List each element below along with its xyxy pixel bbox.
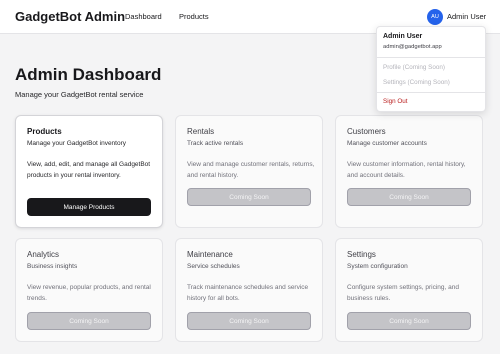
coming-soon-button: Coming Soon [347, 188, 471, 206]
card-title: Customers [347, 127, 386, 136]
dropdown-user-email: admin@gadgetbot.app [383, 44, 442, 50]
page-subtitle: Manage your GadgetBot rental service [15, 90, 144, 99]
card-description: View revenue, popular products, and rent… [27, 284, 151, 302]
dropdown-divider [377, 57, 485, 58]
dropdown-user-name: Admin User [383, 33, 423, 40]
card-subtitle: Manage your GadgetBot inventory [27, 140, 127, 147]
card-subtitle: System configuration [347, 263, 408, 270]
card-description: Configure system settings, pricing, and … [347, 284, 459, 302]
menu-item-profile: Profile (Coming Soon) [383, 64, 445, 71]
card-description: View, add, edit, and manage all GadgetBo… [27, 161, 151, 179]
card-subtitle: Track active rentals [187, 140, 244, 147]
card-analytics: Analytics Business insights View revenue… [15, 238, 163, 342]
card-title: Maintenance [187, 250, 233, 259]
card-title: Products [27, 127, 62, 136]
page-title: Admin Dashboard [15, 65, 162, 84]
card-title: Settings [347, 250, 376, 259]
card-description: View customer information, rental histor… [347, 161, 466, 179]
user-menu-trigger[interactable]: AU Admin User [427, 8, 486, 25]
avatar: AU [427, 8, 443, 25]
card-maintenance: Maintenance Service schedules Track main… [175, 238, 323, 342]
card-rentals: Rentals Track active rentals View and ma… [175, 115, 323, 228]
coming-soon-button: Coming Soon [347, 312, 471, 330]
menu-item-settings: Settings (Coming Soon) [383, 79, 450, 86]
card-products: Products Manage your GadgetBot inventory… [15, 115, 163, 228]
user-dropdown-menu: Admin User admin@gadgetbot.app Profile (… [376, 26, 486, 112]
manage-products-button[interactable]: Manage Products [27, 198, 151, 216]
card-title: Analytics [27, 250, 60, 259]
nav-link-dashboard[interactable]: Dashboard [125, 12, 162, 21]
coming-soon-button: Coming Soon [27, 312, 151, 330]
card-subtitle: Manage customer accounts [347, 140, 427, 147]
coming-soon-button: Coming Soon [187, 188, 311, 206]
card-settings: Settings System configuration Configure … [335, 238, 483, 342]
nav-link-products[interactable]: Products [179, 12, 209, 21]
card-subtitle: Business insights [27, 263, 78, 270]
card-subtitle: Service schedules [187, 263, 240, 270]
card-description: Track maintenance schedules and service … [187, 284, 309, 302]
user-name: Admin User [447, 12, 487, 21]
card-description: View and manage customer rentals, return… [187, 161, 315, 179]
brand-logo-text[interactable]: GadgetBot Admin [15, 9, 125, 24]
menu-item-sign-out[interactable]: Sign Out [383, 98, 408, 105]
coming-soon-button: Coming Soon [187, 312, 311, 330]
card-customers: Customers Manage customer accounts View … [335, 115, 483, 228]
card-title: Rentals [187, 127, 215, 136]
dropdown-divider [377, 92, 485, 93]
